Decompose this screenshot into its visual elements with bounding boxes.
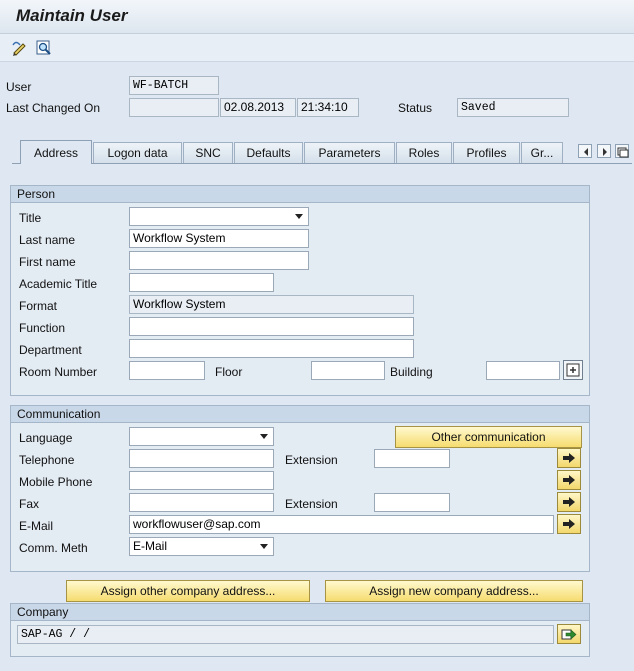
- tab-groups[interactable]: Gr...: [521, 142, 563, 163]
- application-toolbar: [0, 34, 634, 62]
- title-label: Title: [19, 211, 42, 225]
- telephone-input[interactable]: [129, 449, 274, 468]
- first-name-input[interactable]: [129, 251, 309, 270]
- language-dropdown[interactable]: [129, 427, 274, 446]
- tab-roles[interactable]: Roles: [396, 142, 452, 163]
- title-dropdown[interactable]: [129, 207, 309, 226]
- user-field[interactable]: WF-BATCH: [129, 76, 219, 95]
- user-label: User: [6, 80, 32, 94]
- email-more-icon[interactable]: [557, 514, 581, 534]
- other-communication-button[interactable]: Other communication: [395, 426, 582, 448]
- company-group-heading: Company: [11, 604, 589, 621]
- function-label: Function: [19, 321, 66, 335]
- company-navigate-icon[interactable]: [557, 624, 581, 644]
- department-input[interactable]: [129, 339, 414, 358]
- last-changed-by-field[interactable]: [129, 98, 219, 117]
- search-display-icon[interactable]: [34, 38, 54, 58]
- page-title: Maintain User: [16, 6, 128, 25]
- extension-input[interactable]: [374, 449, 450, 468]
- communication-group-heading: Communication: [11, 406, 589, 423]
- tab-strip-line: [12, 163, 632, 164]
- mobile-more-icon[interactable]: [557, 470, 581, 490]
- tab-profiles[interactable]: Profiles: [453, 142, 520, 163]
- tab-logon-data[interactable]: Logon data: [93, 142, 182, 163]
- email-input[interactable]: workflowuser@sap.com: [129, 515, 554, 534]
- fax-label: Fax: [19, 497, 40, 511]
- assign-new-company-address-button[interactable]: Assign new company address...: [325, 580, 583, 602]
- comm-meth-dropdown[interactable]: E-Mail: [129, 537, 274, 556]
- telephone-label: Telephone: [19, 453, 75, 467]
- status-field[interactable]: Saved: [457, 98, 569, 117]
- building-input[interactable]: [486, 361, 560, 380]
- fax-extension-input[interactable]: [374, 493, 450, 512]
- comm-meth-label: Comm. Meth: [19, 541, 88, 555]
- fax-extension-label: Extension: [285, 497, 338, 511]
- email-label: E-Mail: [19, 519, 54, 533]
- last-changed-time-field[interactable]: 21:34:10: [297, 98, 359, 117]
- floor-input[interactable]: [311, 361, 385, 380]
- company-field[interactable]: SAP-AG / /: [17, 625, 554, 644]
- telephone-more-icon[interactable]: [557, 448, 581, 468]
- assign-other-company-address-button[interactable]: Assign other company address...: [66, 580, 310, 602]
- academic-title-label: Academic Title: [19, 277, 98, 291]
- department-label: Department: [19, 343, 82, 357]
- mobile-phone-label: Mobile Phone: [19, 475, 93, 489]
- first-name-label: First name: [19, 255, 76, 269]
- last-name-label: Last name: [19, 233, 76, 247]
- edit-pencil-icon[interactable]: [10, 38, 30, 58]
- tab-address[interactable]: Address: [20, 140, 92, 164]
- room-number-input[interactable]: [129, 361, 205, 380]
- fax-more-icon[interactable]: [557, 492, 581, 512]
- tab-defaults[interactable]: Defaults: [234, 142, 303, 163]
- room-number-label: Room Number: [19, 365, 98, 379]
- tab-parameters[interactable]: Parameters: [304, 142, 395, 163]
- format-label: Format: [19, 299, 58, 313]
- building-label: Building: [390, 365, 433, 379]
- tab-scroll-left-icon[interactable]: [578, 144, 592, 158]
- mobile-phone-input[interactable]: [129, 471, 274, 490]
- status-label: Status: [398, 101, 433, 115]
- last-changed-label: Last Changed On: [6, 101, 101, 115]
- last-name-input[interactable]: Workflow System: [129, 229, 309, 248]
- function-input[interactable]: [129, 317, 414, 336]
- more-fields-icon[interactable]: [563, 360, 583, 380]
- tab-scroll-right-icon[interactable]: [597, 144, 611, 158]
- fax-input[interactable]: [129, 493, 274, 512]
- tab-snc[interactable]: SNC: [183, 142, 233, 163]
- format-field[interactable]: Workflow System: [129, 295, 414, 314]
- tab-list-icon[interactable]: [615, 144, 629, 158]
- academic-title-input[interactable]: [129, 273, 274, 292]
- person-group-heading: Person: [11, 186, 589, 203]
- extension-label: Extension: [285, 453, 338, 467]
- language-label: Language: [19, 431, 73, 445]
- last-changed-date-field[interactable]: 02.08.2013: [220, 98, 296, 117]
- floor-label: Floor: [215, 365, 243, 379]
